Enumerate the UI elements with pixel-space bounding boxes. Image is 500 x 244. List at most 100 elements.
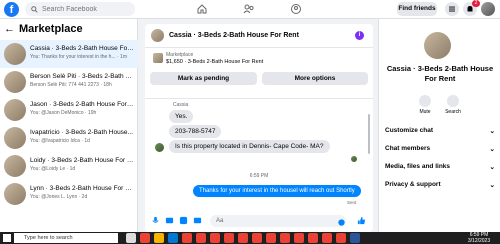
listing-thumbnail	[4, 127, 26, 149]
chat-avatar[interactable]	[151, 29, 164, 42]
list-item[interactable]: Lynn · 3-Beds 2-Bath House For Re... You…	[0, 180, 138, 208]
emoji-icon[interactable]	[337, 218, 346, 227]
row-label: Chat members	[385, 145, 431, 152]
chrome-icon[interactable]	[252, 233, 262, 243]
list-item[interactable]: Ivapatricio · 3-Beds 2-Bath House... You…	[0, 124, 138, 152]
chat-members-row[interactable]: Chat members ⌄	[385, 145, 495, 153]
chevron-down-icon: ⌄	[489, 128, 495, 135]
list-item[interactable]: Berson Selè Piti · 3-Beds 2-Bath H... Be…	[0, 68, 138, 96]
windows-start-icon[interactable]	[3, 234, 11, 242]
search-icon	[31, 5, 38, 13]
listing-price[interactable]: $1,650 · 3-Beds 2-Bath House For Rent	[166, 59, 263, 65]
thread-title: Ivapatricio · 3-Beds 2-Bath House...	[30, 129, 133, 136]
timestamp: 6:59 PM	[249, 173, 269, 179]
message-bubble-outgoing: Thanks for your interest in the housel w…	[193, 185, 361, 197]
facebook-logo[interactable]: f	[4, 2, 19, 17]
search-box[interactable]	[25, 2, 135, 16]
marketplace-inbox: ← Marketplace Cassia · 3-Beds 2-Bath Hou…	[0, 19, 138, 232]
chrome-icon[interactable]	[336, 233, 346, 243]
thread-title: Lynn · 3-Beds 2-Bath House For Re...	[30, 185, 134, 192]
chrome-icon[interactable]	[196, 233, 206, 243]
sticker-icon[interactable]	[179, 216, 188, 225]
thread-preview: You: @Jason DeMonico · 19h	[30, 110, 97, 116]
chrome-icon[interactable]	[322, 233, 332, 243]
taskbar-search[interactable]: Type here to search	[14, 233, 118, 243]
search-input[interactable]	[42, 5, 132, 13]
mark-pending-button[interactable]: Mark as pending	[150, 72, 257, 85]
list-item[interactable]: Loidy · 3-Beds 2-Bath House For Rent You…	[0, 152, 138, 180]
info-icon[interactable]: i	[355, 31, 364, 40]
chrome-icon[interactable]	[238, 233, 248, 243]
clock[interactable]: 6:59 PM 3/12/2023	[466, 232, 492, 244]
chrome-icon[interactable]	[140, 233, 150, 243]
edge-icon[interactable]	[168, 233, 178, 243]
profile-avatar[interactable]	[481, 2, 495, 16]
like-icon[interactable]	[357, 216, 366, 225]
chat-title[interactable]: Cassia · 3-Beds 2-Bath House For Rent	[169, 32, 299, 39]
list-item[interactable]: Jason · 3-Beds 2-Bath House For Rent You…	[0, 96, 138, 124]
chrome-icon[interactable]	[280, 233, 290, 243]
customize-chat-row[interactable]: Customize chat ⌄	[385, 127, 495, 135]
thread-preview: You: @Ivapatricio Idca · 1d	[30, 138, 90, 144]
chat-header: Cassia · 3-Beds 2-Bath House For Rent i	[145, 24, 373, 48]
composer: Aa	[145, 208, 373, 232]
sender-avatar	[155, 143, 164, 152]
chevron-down-icon: ⌄	[489, 164, 495, 171]
row-label: Customize chat	[385, 127, 434, 134]
message-input[interactable]: Aa	[210, 215, 346, 227]
chevron-down-icon: ⌄	[489, 182, 495, 189]
media-files-row[interactable]: Media, files and links ⌄	[385, 163, 495, 171]
chat-panel: Cassia · 3-Beds 2-Bath House For Rent i …	[145, 24, 373, 232]
chrome-icon[interactable]	[294, 233, 304, 243]
privacy-support-row[interactable]: Privacy & support ⌄	[385, 181, 495, 189]
conversation-name: Cassia · 3-Beds 2-Bath House For Rent	[386, 64, 494, 83]
gif-icon[interactable]	[193, 216, 202, 225]
more-options-button[interactable]: More options	[262, 72, 368, 85]
chrome-icon[interactable]	[266, 233, 276, 243]
file-explorer-icon[interactable]	[154, 233, 164, 243]
microphone-icon[interactable]	[151, 216, 160, 225]
chrome-icon[interactable]	[224, 233, 234, 243]
notifications-button[interactable]: 2	[463, 0, 480, 16]
listing-thumbnail	[4, 43, 26, 65]
top-bar: f Find friends 2	[0, 0, 500, 19]
groups-icon[interactable]	[290, 3, 302, 15]
message-bubble: 203-788-5747	[169, 125, 222, 138]
listing-thumbnail	[4, 183, 26, 205]
search-label: Search	[445, 109, 461, 115]
clock-date: 3/12/2023	[467, 238, 491, 244]
mute-button[interactable]: Mute	[413, 95, 437, 115]
home-icon[interactable]	[196, 3, 208, 15]
scrollbar[interactable]	[368, 114, 370, 154]
sender-name: Cassia	[173, 102, 189, 108]
search-conversation-button[interactable]: Search	[441, 95, 465, 115]
chevron-down-icon: ⌄	[489, 146, 495, 153]
windows-taskbar: Type here to search 6:59 PM 3/12/2023	[0, 232, 500, 244]
find-friends-button[interactable]: Find friends	[397, 2, 437, 16]
notification-badge: 2	[472, 0, 480, 7]
grid-icon	[449, 6, 455, 12]
thread-title: Jason · 3-Beds 2-Bath House For Rent	[30, 101, 134, 108]
message-bubble: Is this property located in Dennis- Cape…	[169, 140, 330, 153]
thread-title: Berson Selè Piti · 3-Beds 2-Bath H...	[30, 73, 134, 80]
friends-icon[interactable]	[243, 3, 255, 15]
search-icon	[447, 95, 459, 107]
sent-status: Sent	[347, 200, 357, 205]
thread-title: Cassia · 3-Beds 2-Bath House For Rent	[30, 45, 134, 52]
listing-photo[interactable]	[424, 32, 451, 59]
task-view-icon[interactable]	[126, 233, 136, 243]
listing-thumbnail	[4, 71, 26, 93]
list-item[interactable]: Cassia · 3-Beds 2-Bath House For Rent Yo…	[0, 40, 138, 68]
back-arrow-icon[interactable]: ←	[4, 23, 15, 35]
chrome-icon[interactable]	[182, 233, 192, 243]
marketplace-label: Marketplace	[166, 52, 194, 58]
bell-icon	[419, 95, 431, 107]
word-icon[interactable]	[350, 233, 360, 243]
chrome-icon[interactable]	[308, 233, 318, 243]
chrome-icon[interactable]	[210, 233, 220, 243]
thread-preview: You: @Loidy Le · 1d	[30, 166, 76, 172]
mute-label: Mute	[419, 109, 431, 115]
thread-preview: You: Thanks for your interest in the h..…	[30, 54, 127, 60]
image-icon[interactable]	[165, 216, 174, 225]
menu-button[interactable]	[445, 2, 459, 16]
